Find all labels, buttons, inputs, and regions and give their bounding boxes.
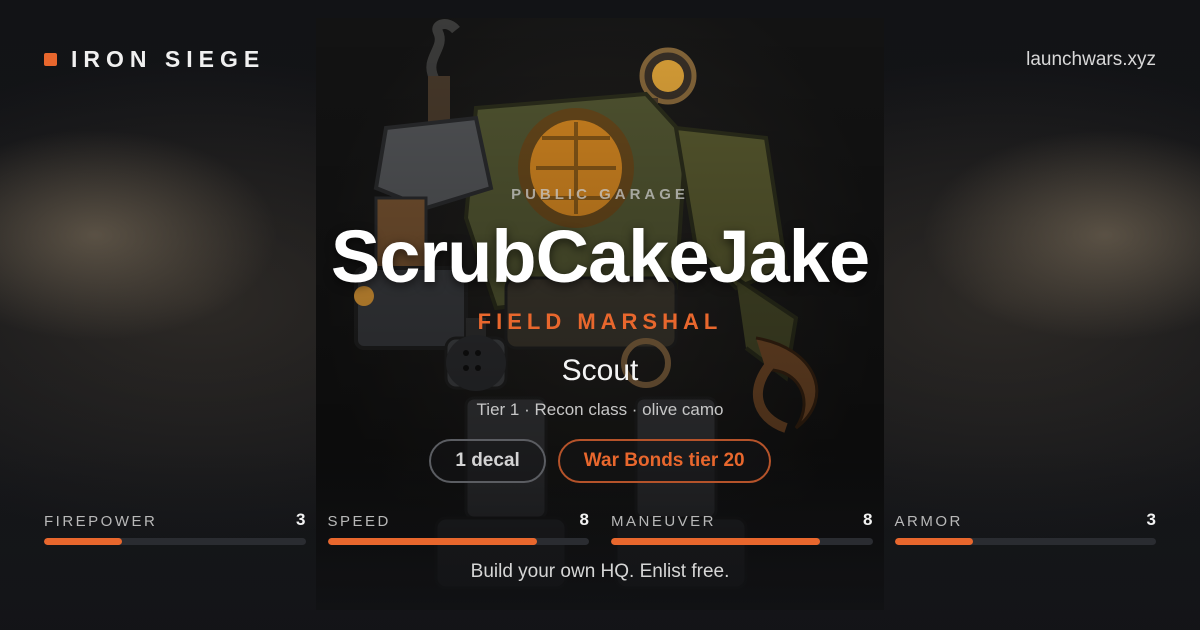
war-bonds-badge: War Bonds tier 20 [557, 439, 771, 483]
garage-eyebrow: PUBLIC GARAGE [511, 186, 689, 203]
stat-maneuver: MANEUVER 8 [611, 508, 873, 545]
stat-value: 8 [579, 510, 589, 529]
stat-firepower: FIREPOWER 3 [44, 508, 306, 545]
stat-bar-fill [894, 538, 973, 545]
brand-square-icon [44, 53, 57, 66]
player-rank: FIELD MARSHAL [477, 309, 723, 334]
player-name: ScrubCakeJake [330, 215, 870, 298]
decal-count-badge: 1 decal [429, 439, 546, 483]
stat-value: 8 [863, 510, 873, 529]
vehicle-description: Tier 1 · Recon class · olive camo [476, 400, 724, 419]
stat-bar-fill [327, 538, 537, 545]
stat-bar-fill [44, 538, 123, 545]
stat-armor: ARMOR 3 [894, 508, 1156, 545]
enlist-cta: Build your own HQ. Enlist free. [470, 561, 730, 582]
stat-label: SPEED [327, 513, 391, 530]
stat-value: 3 [1146, 510, 1156, 529]
stat-bar [44, 538, 306, 545]
stat-bar [611, 538, 873, 545]
stat-value: 3 [296, 510, 306, 529]
vehicle-name: Scout [561, 354, 639, 387]
stat-bar [327, 538, 589, 545]
site-url: launchwars.xyz [1026, 49, 1156, 70]
stat-bar [894, 538, 1156, 545]
stat-bar-fill [611, 538, 821, 545]
brand-logo: IRON SIEGE [44, 46, 265, 73]
stat-speed: SPEED 8 [327, 508, 589, 545]
badge-row: 1 decal War Bonds tier 20 [0, 439, 1200, 483]
stat-label: FIREPOWER [44, 513, 158, 530]
stats-row: FIREPOWER 3 SPEED 8 MANEUVER 8 ARMOR 3 [44, 508, 1156, 545]
stat-label: MANEUVER [611, 513, 717, 530]
stat-label: ARMOR [894, 513, 963, 530]
brand-name: IRON SIEGE [71, 46, 266, 72]
